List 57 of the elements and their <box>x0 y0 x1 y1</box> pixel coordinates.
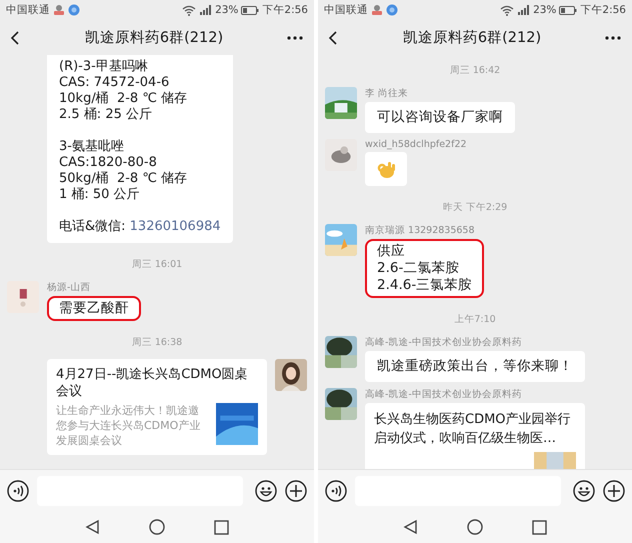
sender-name: 李 尚往来 <box>365 87 408 100</box>
emoji-icon[interactable] <box>255 480 277 502</box>
plus-icon[interactable] <box>603 480 625 502</box>
phone-link[interactable]: 13260106984 <box>130 219 221 234</box>
sender-name: 高峰-凯途-中国技术创业协会原料药 <box>365 336 522 349</box>
message-timestamp: 昨天 下午2:29 <box>442 201 508 214</box>
card-description: 让生命产业永远伟大！凯途邀您参与大连长兴岛CDMO产业发展圆桌会议 <box>56 403 202 448</box>
link-card[interactable]: 长兴岛生物医药CDMO产业园举行启动仪式，吹响百亿级生物医… <box>365 403 585 469</box>
card-title: 长兴岛生物医药CDMO产业园举行启动仪式，吹响百亿级生物医… <box>374 411 572 448</box>
plus-icon[interactable] <box>285 480 307 502</box>
clock-time: 下午2:56 <box>580 3 626 17</box>
home-icon[interactable] <box>148 519 165 535</box>
message-text: (R)-3-甲基吗啉 CAS: 74572-04-6 10kg/桶 2-8 ℃ 储存 2.5 桶: 25 公斤 <box>59 59 188 123</box>
signal-icon <box>199 4 212 16</box>
carrier-name: 中国联通 <box>6 3 50 17</box>
person-icon <box>53 4 65 16</box>
sender-name: 杨源-山西 <box>47 281 90 294</box>
contact-line: 电话&微信: 13260106984 <box>59 219 221 235</box>
message-text: 3-氨基吡唑 CAS:1820-80-8 50kg/桶 2-8 ℃ 储存 1 桶: 50 公斤 <box>59 139 188 203</box>
message-text: 供应 2.6-二氯苯胺 2.4.6-三氯苯胺 <box>377 243 472 294</box>
circle-icon <box>386 4 398 16</box>
home-icon[interactable] <box>466 519 483 535</box>
sender-name: wxid_h58dclhpfe2f22 <box>365 139 467 150</box>
chat-title: 凯途原料药6群(212) <box>84 29 224 47</box>
battery-level: 23% <box>533 4 556 16</box>
message-text: 需要乙酸酐 <box>59 300 129 317</box>
link-card[interactable]: 4月27日--凯途长兴岛CDMO圆桌会议 让生命产业永远伟大！凯途邀您参与大连长兴岛CDMO产业发展圆桌会议 <box>47 359 267 455</box>
card-title: 4月27日--凯途长兴岛CDMO圆桌会议 <box>56 366 249 400</box>
message-timestamp: 周三 16:42 <box>448 64 502 77</box>
sender-name: 南京瑞源 13292835658 <box>365 224 475 237</box>
message-text: 可以咨询设备厂家啊 <box>377 109 503 126</box>
battery-icon <box>241 6 260 14</box>
more-icon[interactable] <box>286 34 304 40</box>
circle-icon <box>68 4 80 16</box>
message-timestamp: 上午7:10 <box>453 313 497 326</box>
recents-icon[interactable] <box>532 520 548 534</box>
sender-name: 高峰-凯途-中国技术创业协会原料药 <box>365 388 522 401</box>
wifi-icon <box>182 4 196 16</box>
back-triangle-icon[interactable] <box>402 519 418 535</box>
wifi-icon <box>500 4 514 16</box>
message-text: 凯途重磅政策出台，等你来聊！ <box>377 358 573 375</box>
voice-icon[interactable] <box>7 480 29 502</box>
recents-icon[interactable] <box>214 520 230 534</box>
person-icon <box>371 4 383 16</box>
message-timestamp: 周三 16:38 <box>130 336 184 349</box>
message-timestamp: 周三 16:01 <box>130 258 184 271</box>
signal-icon <box>517 4 530 16</box>
back-triangle-icon[interactable] <box>84 519 100 535</box>
more-icon[interactable] <box>604 34 622 40</box>
voice-icon[interactable] <box>325 480 347 502</box>
battery-icon <box>559 6 578 14</box>
carrier-name: 中国联通 <box>324 3 368 17</box>
emoji-icon[interactable] <box>573 480 595 502</box>
chat-title: 凯途原料药6群(212) <box>402 29 542 47</box>
clock-time: 下午2:56 <box>262 3 308 17</box>
battery-level: 23% <box>215 4 238 16</box>
ok-hand-icon <box>375 159 397 179</box>
